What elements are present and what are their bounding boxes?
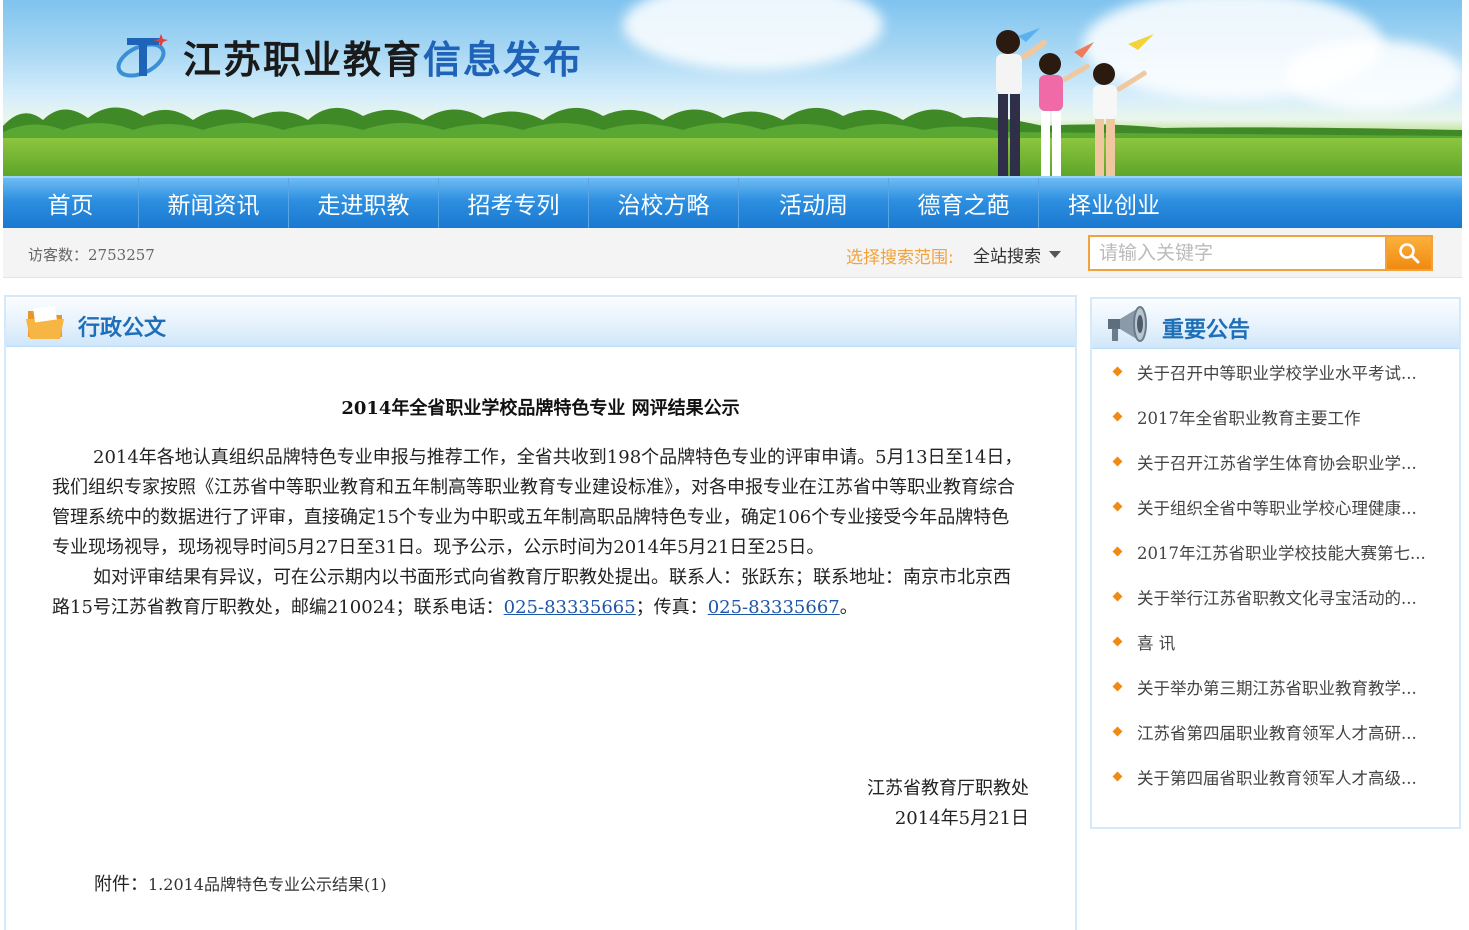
nav-item-home[interactable]: 首页	[3, 178, 139, 228]
attachment: 附件：1.2014品牌特色专业公示结果(1)	[94, 870, 387, 896]
diamond-bullet-icon	[1112, 366, 1123, 377]
notice-item[interactable]: 关于召开江苏省学生体育协会职业学...	[1092, 439, 1459, 484]
info-bar: 访客数：2753257 选择搜索范围: 全站搜索	[3, 228, 1462, 278]
nav-item-about[interactable]: 走进职教	[289, 178, 439, 228]
logo-text-accent: 信息发布	[423, 36, 584, 82]
notice-text: 关于组织全省中等职业学校心理健康...	[1137, 498, 1417, 518]
logo-mark-icon	[116, 34, 168, 78]
notice-text: 喜 讯	[1137, 633, 1176, 653]
article-paragraph: 如对评审结果有异议，可在公示期内以书面形式向省教育厅职教处提出。联系人：张跃东；…	[52, 563, 1027, 623]
article-signature: 江苏省教育厅职教处 2014年5月21日	[867, 774, 1029, 834]
notice-item[interactable]: 关于举行江苏省职教文化寻宝活动的...	[1092, 574, 1459, 619]
fax-label: ；传真：	[635, 597, 708, 618]
signature-date: 2014年5月21日	[894, 808, 1029, 829]
article-body: 2014年各地认真组织品牌特色专业申报与推荐工作，全省共收到198个品牌特色专业…	[52, 443, 1027, 623]
diamond-bullet-icon	[1112, 591, 1123, 602]
notice-panel: 重要公告 关于召开中等职业学校学业水平考试... 2017年全省职业教育主要工作…	[1090, 297, 1461, 829]
section-title: 行政公文	[78, 316, 167, 341]
notice-item[interactable]: 关于举办第三期江苏省职业教育教学...	[1092, 664, 1459, 709]
banner-people-illustration	[996, 28, 1154, 176]
notice-text: 关于举办第三期江苏省职业教育教学...	[1137, 678, 1417, 698]
header-banner: 江苏职业教育 信息发布	[3, 0, 1462, 176]
banner-grass	[3, 138, 1462, 176]
phone-link[interactable]: 025-83335665	[504, 597, 636, 618]
diamond-bullet-icon	[1112, 456, 1123, 467]
diamond-bullet-icon	[1112, 681, 1123, 692]
paragraph-end: 。	[839, 597, 858, 618]
notice-item[interactable]: 关于第四届省职业教育领军人才高级...	[1092, 754, 1459, 799]
article-panel: 行政公文 2014年全省职业学校品牌特色专业 网评结果公示 2014年各地认真组…	[4, 295, 1077, 930]
notice-item[interactable]: 2017年江苏省职业学校技能大赛第七...	[1092, 529, 1459, 574]
diamond-bullet-icon	[1112, 546, 1123, 557]
notice-panel-header: 重要公告	[1092, 299, 1459, 349]
article-panel-header: 行政公文	[6, 297, 1075, 347]
notice-text: 2017年江苏省职业学校技能大赛第七...	[1137, 543, 1426, 563]
diamond-bullet-icon	[1112, 771, 1123, 782]
search-scope-value: 全站搜索	[973, 247, 1041, 267]
nav-item-governance[interactable]: 治校方略	[589, 178, 739, 228]
banner-trees	[3, 107, 1462, 142]
notice-text: 关于第四届省职业教育领军人才高级...	[1137, 768, 1417, 788]
folder-icon	[26, 305, 64, 339]
main-nav: 首页 新闻资讯 走进职教 招考专列 治校方略 活动周 德育之葩 择业创业	[3, 176, 1462, 228]
diamond-bullet-icon	[1112, 501, 1123, 512]
visitor-counter: 访客数：2753257	[28, 244, 155, 265]
notice-text: 江苏省第四届职业教育领军人才高研...	[1137, 723, 1417, 743]
caret-down-icon	[1049, 251, 1061, 258]
diamond-bullet-icon	[1112, 636, 1123, 647]
page: 江苏职业教育 信息发布 首页 新闻资讯 走进职教 招考专列 治校方略 活动周 德…	[0, 0, 1469, 930]
article-title: 2014年全省职业学校品牌特色专业 网评结果公示	[341, 398, 740, 419]
notice-text: 关于举行江苏省职教文化寻宝活动的...	[1137, 588, 1417, 608]
visitor-label: 访客数：	[28, 246, 89, 264]
attachment-label: 附件：	[94, 874, 148, 895]
nav-item-moral-education[interactable]: 德育之葩	[889, 178, 1039, 228]
notice-list: 关于召开中等职业学校学业水平考试... 2017年全省职业教育主要工作 关于召开…	[1092, 349, 1459, 799]
nav-item-career[interactable]: 择业创业	[1039, 178, 1189, 228]
article-paragraph: 2014年各地认真组织品牌特色专业申报与推荐工作，全省共收到198个品牌特色专业…	[52, 447, 1023, 558]
notice-item[interactable]: 关于组织全省中等职业学校心理健康...	[1092, 484, 1459, 529]
search-scope-dropdown[interactable]: 全站搜索	[973, 242, 1061, 267]
diamond-bullet-icon	[1112, 726, 1123, 737]
nav-item-admissions[interactable]: 招考专列	[439, 178, 589, 228]
notice-item[interactable]: 关于召开中等职业学校学业水平考试...	[1092, 349, 1459, 394]
signature-org: 江苏省教育厅职教处	[867, 778, 1029, 799]
site-logo[interactable]: 江苏职业教育 信息发布	[113, 28, 583, 84]
search-icon	[1399, 243, 1420, 264]
attachment-link[interactable]: 1.2014品牌特色专业公示结果(1)	[148, 875, 387, 894]
megaphone-icon	[1108, 306, 1147, 342]
fax-link[interactable]: 025-83335667	[708, 597, 840, 618]
visitor-count: 2753257	[88, 246, 155, 264]
notice-text: 关于召开中等职业学校学业水平考试...	[1137, 363, 1417, 383]
notice-item[interactable]: 喜 讯	[1092, 619, 1459, 664]
search-scope-label: 选择搜索范围:	[846, 248, 954, 268]
nav-item-activity-week[interactable]: 活动周	[739, 178, 889, 228]
logo-text-primary: 江苏职业教育	[183, 36, 424, 82]
notice-text: 关于召开江苏省学生体育协会职业学...	[1137, 453, 1417, 473]
notice-text: 2017年全省职业教育主要工作	[1137, 408, 1361, 428]
search-input[interactable]	[1088, 235, 1385, 271]
notice-item[interactable]: 江苏省第四届职业教育领军人才高研...	[1092, 709, 1459, 754]
notice-panel-title: 重要公告	[1162, 318, 1251, 343]
search-button[interactable]	[1385, 235, 1433, 271]
banner-cloud	[623, 0, 883, 70]
notice-item[interactable]: 2017年全省职业教育主要工作	[1092, 394, 1459, 439]
diamond-bullet-icon	[1112, 411, 1123, 422]
nav-item-news[interactable]: 新闻资讯	[139, 178, 289, 228]
